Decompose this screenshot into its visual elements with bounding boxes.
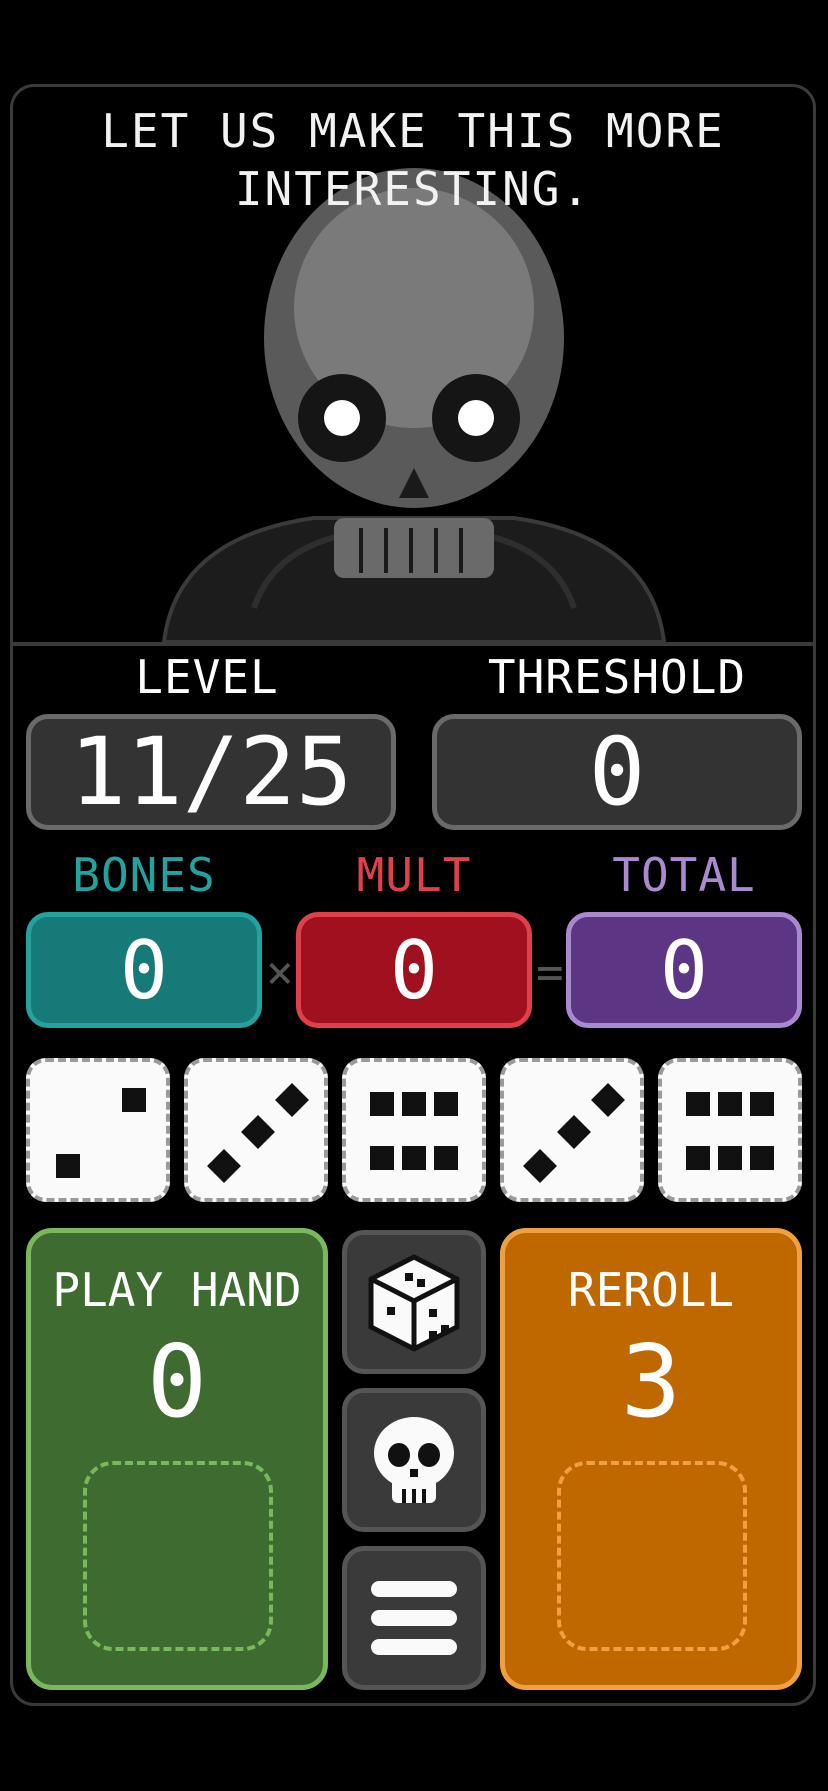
total-label: TOTAL	[612, 848, 756, 902]
portrait-divider	[10, 642, 816, 646]
equals-operator: =	[536, 945, 564, 999]
die-pip	[275, 1083, 309, 1117]
reroll-label: REROLL	[567, 1263, 735, 1317]
multiply-operator: ×	[266, 945, 294, 999]
level-label: LEVEL	[135, 650, 279, 704]
total-value: 0	[659, 923, 709, 1017]
dice-button[interactable]	[342, 1230, 486, 1374]
reroll-count: 3	[620, 1323, 682, 1440]
threshold-value: 0	[588, 717, 646, 827]
die-pip	[686, 1146, 710, 1170]
reroll-button[interactable]: REROLL 3	[500, 1228, 802, 1690]
dialog-line-2: INTERESTING.	[234, 162, 592, 216]
skull-icon	[374, 1417, 454, 1503]
mult-label: MULT	[356, 848, 472, 902]
play-hand-count: 0	[146, 1323, 208, 1440]
die-pip	[750, 1146, 774, 1170]
menu-icon	[371, 1581, 457, 1655]
bones-label: BONES	[72, 848, 216, 902]
total-value-box: 0	[566, 912, 802, 1028]
die-5[interactable]	[658, 1058, 802, 1202]
threshold-label: THRESHOLD	[487, 650, 747, 704]
die-pip	[434, 1146, 458, 1170]
level-value: 11/25	[69, 717, 353, 827]
die-pip	[718, 1146, 742, 1170]
play-hand-slot	[83, 1461, 273, 1651]
die-4[interactable]	[500, 1058, 644, 1202]
die-pip	[557, 1115, 591, 1149]
die-2[interactable]	[184, 1058, 328, 1202]
mult-value: 0	[389, 923, 439, 1017]
die-pip	[523, 1149, 557, 1183]
reroll-slot	[557, 1461, 747, 1651]
die-pip	[591, 1083, 625, 1117]
die-3[interactable]	[342, 1058, 486, 1202]
die-1[interactable]	[26, 1058, 170, 1202]
die-pip	[750, 1092, 774, 1116]
bones-value: 0	[119, 923, 169, 1017]
die-pip	[434, 1092, 458, 1116]
dialog-line-1: LET US MAKE THIS MORE	[101, 104, 725, 158]
die-pip	[370, 1092, 394, 1116]
skull-button[interactable]	[342, 1388, 486, 1532]
die-pip	[402, 1146, 426, 1170]
die-pip	[207, 1149, 241, 1183]
dice-icon	[368, 1254, 460, 1352]
die-pip	[56, 1154, 80, 1178]
level-value-box: 11/25	[26, 714, 396, 830]
die-pip	[402, 1092, 426, 1116]
mult-value-box: 0	[296, 912, 532, 1028]
die-pip	[241, 1115, 275, 1149]
threshold-value-box: 0	[432, 714, 802, 830]
die-pip	[370, 1146, 394, 1170]
die-pip	[718, 1092, 742, 1116]
die-pip	[122, 1088, 146, 1112]
play-hand-button[interactable]: PLAY HAND 0	[26, 1228, 328, 1690]
play-hand-label: PLAY HAND	[52, 1263, 302, 1317]
die-pip	[686, 1092, 710, 1116]
dialog-text: LET US MAKE THIS MORE INTERESTING.	[14, 102, 812, 218]
menu-button[interactable]	[342, 1546, 486, 1690]
bones-value-box: 0	[26, 912, 262, 1028]
character-portrait: LET US MAKE THIS MORE INTERESTING.	[14, 88, 812, 642]
